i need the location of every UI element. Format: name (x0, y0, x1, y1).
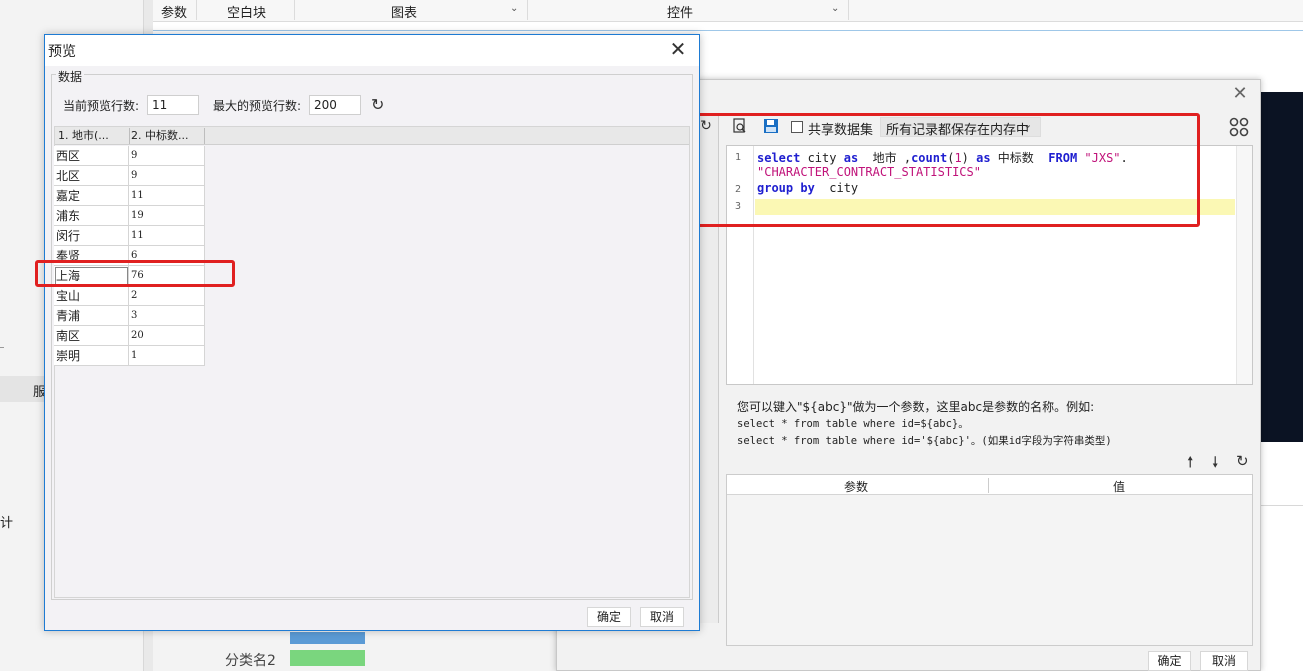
bid-count-cell[interactable]: 20 (129, 326, 205, 346)
dialog-title: 预览 (48, 44, 76, 60)
table-row[interactable]: 浦东 19 (54, 206, 205, 226)
help-line: 您可以键入"${abc}"做为一个参数，这里abc是参数的名称。例如: (737, 400, 1095, 414)
city-cell[interactable]: 宝山 (54, 286, 129, 306)
param-table[interactable] (726, 474, 1253, 646)
table-row[interactable]: 北区 9 (54, 166, 205, 186)
toolbar-chart[interactable]: 图表 (391, 2, 417, 21)
help-line: select * from table where id=${abc}。 (737, 418, 969, 430)
param-column-header: 参数 (844, 480, 869, 494)
left-panel-tick (0, 347, 4, 348)
annotation-highlight-box (35, 260, 235, 287)
city-cell[interactable]: 浦东 (54, 206, 129, 226)
chart-bar (290, 650, 365, 666)
chart-category-label: 分类名2 (225, 653, 276, 669)
bid-count-cell[interactable]: 3 (129, 306, 205, 326)
toolbar-param[interactable]: 参数 (161, 2, 187, 21)
column-divider[interactable] (129, 128, 130, 144)
ok-button[interactable]: 确定 (1148, 651, 1191, 671)
param-help-text: 您可以键入"${abc}"做为一个参数，这里abc是参数的名称。例如: selec… (737, 399, 1112, 450)
table-row[interactable]: 青浦 3 (54, 306, 205, 326)
chevron-down-icon[interactable]: ⌄ (510, 3, 518, 14)
bid-count-cell[interactable]: 1 (129, 346, 205, 366)
current-rows-field[interactable]: 11 (147, 95, 199, 115)
left-panel-side-label: 计 (0, 516, 14, 531)
toolbar-separator (196, 0, 197, 20)
toolbar-separator (848, 0, 849, 20)
table-row[interactable]: 崇明 1 (54, 346, 205, 366)
bid-count-cell[interactable]: 11 (129, 226, 205, 246)
grid-icon[interactable] (1228, 116, 1250, 143)
column-header[interactable]: 2. 中标数... (131, 128, 203, 144)
cancel-button[interactable]: 取消 (1200, 651, 1248, 671)
refresh-icon[interactable]: ↻ (1236, 452, 1249, 470)
city-cell[interactable]: 北区 (54, 166, 129, 186)
ok-button[interactable]: 确定 (587, 607, 631, 627)
toolbar-separator (527, 0, 528, 20)
cancel-button[interactable]: 取消 (640, 607, 684, 627)
chart-bar (290, 632, 365, 644)
city-cell[interactable]: 嘉定 (54, 186, 129, 206)
refresh-icon[interactable]: ↻ (371, 95, 384, 114)
close-icon[interactable]: ✕ (667, 38, 689, 60)
city-cell[interactable]: 西区 (54, 146, 129, 166)
table-row[interactable]: 南区 20 (54, 326, 205, 346)
chevron-down-icon[interactable]: ⌄ (831, 3, 839, 14)
column-divider (988, 478, 989, 493)
dark-preview-area (1260, 92, 1303, 442)
max-rows-label: 最大的预览行数: (213, 99, 302, 113)
current-rows-label: 当前预览行数: (63, 99, 140, 113)
bid-count-cell[interactable]: 11 (129, 186, 205, 206)
preview-titlebar[interactable] (45, 35, 699, 66)
toolbar-separator (294, 0, 295, 20)
param-table-header (727, 475, 1252, 495)
editor-scrollbar[interactable] (1236, 146, 1252, 384)
column-divider[interactable] (204, 128, 205, 144)
toolbar-widget[interactable]: 控件 (667, 2, 693, 21)
table-row[interactable]: 西区 9 (54, 146, 205, 166)
bid-count-cell[interactable]: 9 (129, 166, 205, 186)
bid-count-cell[interactable]: 9 (129, 146, 205, 166)
bid-count-cell[interactable]: 2 (129, 286, 205, 306)
city-cell[interactable]: 闵行 (54, 226, 129, 246)
close-icon[interactable]: ✕ (1230, 84, 1250, 104)
table-row[interactable]: 嘉定 11 (54, 186, 205, 206)
right-lower-panel (1260, 505, 1303, 671)
help-line: select * from table where id='${abc}'。(如… (737, 435, 1112, 447)
max-rows-field[interactable]: 200 (309, 95, 361, 115)
component-toolbar (153, 0, 1303, 22)
toolbar-blank-block[interactable]: 空白块 (227, 2, 266, 21)
city-cell[interactable]: 南区 (54, 326, 129, 346)
city-cell[interactable]: 青浦 (54, 306, 129, 326)
column-header[interactable]: 1. 地市(... (58, 128, 128, 144)
value-column-header: 值 (1113, 480, 1126, 494)
table-row[interactable]: 闵行 11 (54, 226, 205, 246)
bid-count-cell[interactable]: 19 (129, 206, 205, 226)
group-label: 数据 (56, 68, 85, 85)
annotation-highlight-box (670, 113, 1200, 227)
table-row[interactable]: 宝山 2 (54, 286, 205, 306)
city-cell[interactable]: 崇明 (54, 346, 129, 366)
